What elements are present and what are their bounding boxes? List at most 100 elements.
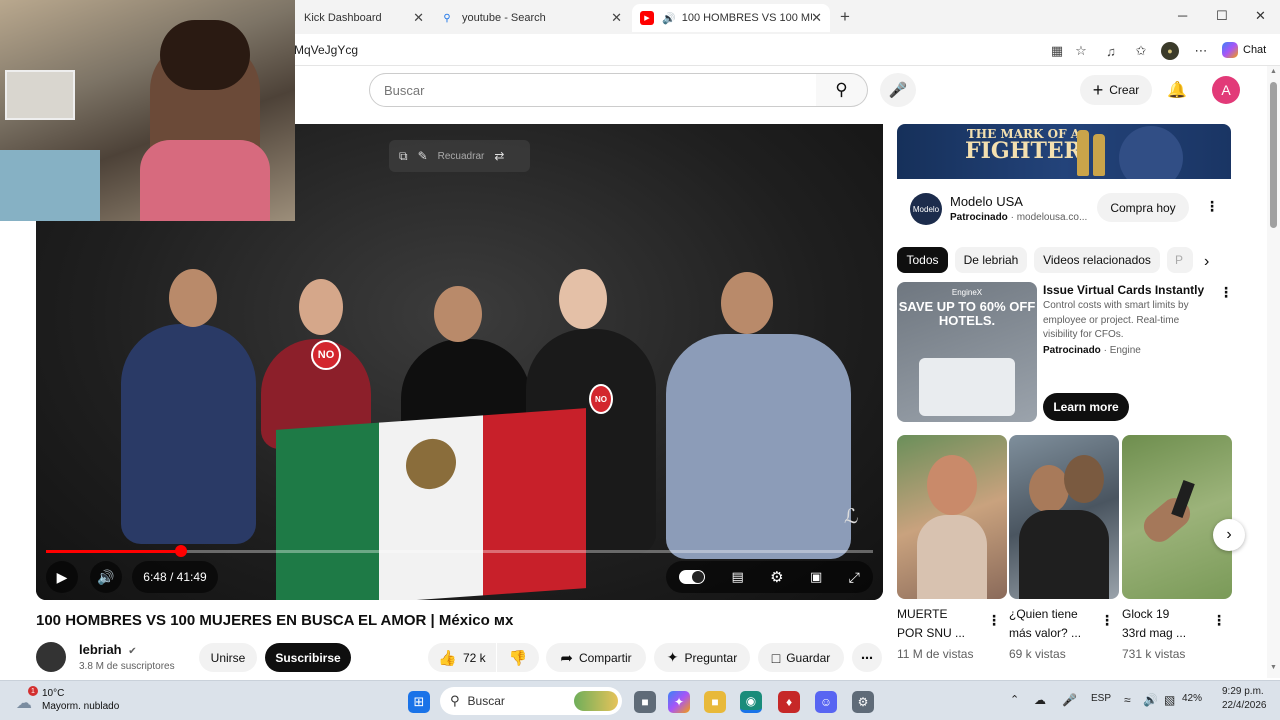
short-thumbnail[interactable] — [1122, 435, 1232, 599]
chip-from-channel[interactable]: De lebriah — [955, 247, 1027, 273]
maximize-button[interactable]: ☐ — [1216, 8, 1228, 24]
microphone-icon[interactable]: 🎤 — [1062, 693, 1077, 707]
profile-icon[interactable]: ● — [1161, 42, 1179, 60]
reframe-label[interactable]: Recuadrar — [438, 151, 485, 162]
play-button[interactable]: ▶ — [46, 561, 78, 593]
battery-icon[interactable]: ▧ — [1164, 693, 1175, 707]
save-button[interactable]: □ Guardar — [758, 643, 844, 672]
translate-icon[interactable]: ⇄ — [494, 149, 504, 163]
file-explorer-icon[interactable]: ■ — [704, 691, 726, 713]
short-menu-icon[interactable]: ⋮ — [987, 612, 1001, 629]
webcam-background — [0, 150, 100, 221]
subscribe-button[interactable]: Suscribirse — [265, 643, 351, 672]
window-capture-icon[interactable]: ⧉ — [399, 149, 408, 164]
more-actions-button[interactable]: ⋯ — [852, 643, 882, 672]
autoplay-toggle[interactable] — [679, 570, 706, 584]
windows-start-icon[interactable]: ⊞ — [408, 691, 430, 713]
advertiser-name[interactable]: Modelo USA — [950, 194, 1023, 209]
channel-name[interactable]: lebriah ✔ — [79, 642, 137, 657]
progress-scrubber[interactable] — [174, 545, 187, 557]
miniplayer-icon[interactable]: ▣ — [810, 569, 822, 585]
tab-close-icon[interactable]: ✕ — [413, 10, 424, 26]
taskbar-search-input[interactable]: ⚲ Buscar — [440, 687, 622, 715]
tab-close-icon[interactable]: ✕ — [811, 10, 822, 26]
volume-icon[interactable]: 🔊 — [1143, 693, 1158, 707]
ad-banner[interactable]: THE MARK OF A FIGHTER — [897, 124, 1231, 179]
discord-icon[interactable]: ☺ — [815, 691, 837, 713]
short-title[interactable]: ¿Quien tiene más valor? ... — [1009, 605, 1081, 643]
short-title[interactable]: Glock 19 33rd mag ... — [1122, 605, 1186, 643]
favorite-star-icon[interactable]: ☆ — [1072, 42, 1090, 60]
speaker-icon[interactable]: 🔊 — [662, 12, 676, 25]
dislike-button[interactable]: 👎 — [497, 643, 539, 672]
short-menu-icon[interactable]: ⋮ — [1212, 612, 1226, 629]
copilot-app-icon[interactable]: ✦ — [668, 691, 690, 713]
progress-bar[interactable] — [46, 545, 873, 557]
engine-ad-menu-icon[interactable]: ⋮ — [1219, 284, 1233, 301]
minimize-button[interactable]: ─ — [1178, 8, 1187, 23]
advertiser-logo[interactable]: Modelo — [910, 193, 942, 225]
tab-kick-dashboard[interactable]: Kick Dashboard ✕ — [296, 4, 432, 32]
engine-ad-title[interactable]: Issue Virtual Cards Instantly — [1043, 283, 1204, 297]
reframe-icon[interactable]: ✎ — [418, 149, 428, 163]
clock-date[interactable]: 22/4/2026 — [1222, 700, 1267, 711]
close-window-button[interactable]: ✕ — [1255, 8, 1266, 24]
like-button[interactable]: 👍 72 k — [428, 643, 496, 672]
battery-level: 42% — [1182, 693, 1203, 704]
settings-gear-icon[interactable]: ⚙ — [770, 568, 783, 586]
onedrive-icon[interactable]: ☁ — [1034, 693, 1046, 707]
volume-button[interactable]: 🔊 — [90, 561, 122, 593]
copilot-chat-button[interactable]: Chat — [1222, 42, 1266, 58]
tab-title: 100 HOMBRES VS 100 MUJER — [681, 12, 812, 24]
short-thumbnail[interactable] — [1009, 435, 1119, 599]
scroll-up-icon[interactable]: ▲ — [1270, 68, 1277, 75]
short-thumbnail[interactable] — [897, 435, 1007, 599]
learn-more-button[interactable]: Learn more — [1043, 393, 1129, 421]
chip-all[interactable]: Todos — [897, 247, 948, 273]
tab-youtube-search[interactable]: ⚲ youtube - Search ✕ — [432, 4, 630, 32]
favorites-icon[interactable]: ✩ — [1132, 42, 1150, 60]
channel-avatar[interactable] — [36, 642, 66, 672]
chevron-right-icon[interactable]: › — [1204, 253, 1209, 271]
new-tab-button[interactable]: + — [840, 7, 850, 27]
search-input[interactable]: Buscar — [369, 73, 817, 107]
page-scrollbar[interactable]: ▲ ▼ — [1267, 66, 1280, 678]
short-figure — [1029, 465, 1069, 513]
voice-search-button[interactable]: 🎤 — [880, 73, 916, 107]
ad-menu-icon[interactable]: ⋮ — [1205, 198, 1219, 215]
join-button[interactable]: Unirse — [199, 643, 257, 672]
ask-button[interactable]: ✦ Preguntar — [654, 643, 750, 672]
shield-app-icon[interactable]: ♦ — [778, 691, 800, 713]
url-field[interactable]: MqVeJgYcg — [294, 43, 358, 57]
task-view-icon[interactable]: ■ — [634, 691, 656, 713]
chip-related[interactable]: Videos relacionados — [1034, 247, 1160, 273]
clock-time[interactable]: 9:29 p.m. — [1222, 686, 1264, 697]
tab-youtube-video[interactable]: ▶ 🔊 100 HOMBRES VS 100 MUJER ✕ — [632, 4, 830, 32]
settings-gear-icon[interactable]: ⚙ — [852, 691, 874, 713]
fullscreen-icon[interactable]: ⤢ — [849, 569, 860, 586]
scroll-down-icon[interactable]: ▼ — [1270, 664, 1277, 671]
notifications-button[interactable]: 🔔 — [1165, 78, 1189, 102]
wifi-icon[interactable]: ≈ — [1124, 693, 1131, 707]
shorts-next-button[interactable]: › — [1213, 519, 1245, 551]
language-indicator[interactable]: ESP — [1091, 693, 1111, 704]
subtitles-icon[interactable]: ▤ — [732, 569, 744, 585]
capture-toolbar: ⧉ ✎ Recuadrar ⇄ — [389, 140, 530, 172]
tab-close-icon[interactable]: ✕ — [611, 10, 622, 26]
chip-more[interactable]: P — [1167, 247, 1193, 273]
shop-now-button[interactable]: Compra hoy — [1097, 193, 1189, 222]
more-menu-icon[interactable]: ⋯ — [1192, 42, 1210, 60]
chevron-up-icon[interactable]: ⌃ — [1010, 693, 1019, 706]
short-title[interactable]: MUERTE POR SNU ... — [897, 605, 965, 643]
create-button[interactable]: + Crear — [1080, 75, 1152, 105]
scrollbar-thumb[interactable] — [1270, 82, 1277, 228]
edge-browser-icon[interactable]: ◉ — [740, 691, 762, 713]
share-button[interactable]: ➦ Compartir — [546, 643, 646, 672]
search-button[interactable]: ⚲ — [816, 73, 868, 107]
weather-widget[interactable]: ☁ 1 10°C Mayorm. nublado — [14, 686, 144, 715]
media-icon[interactable]: ♫ — [1102, 42, 1120, 60]
account-avatar[interactable]: A — [1212, 76, 1240, 104]
short-menu-icon[interactable]: ⋮ — [1100, 612, 1114, 629]
engine-ad-image[interactable]: EngineX SAVE UP TO 60% OFF HOTELS. — [897, 282, 1037, 422]
apps-icon[interactable]: ▦ — [1048, 42, 1066, 60]
